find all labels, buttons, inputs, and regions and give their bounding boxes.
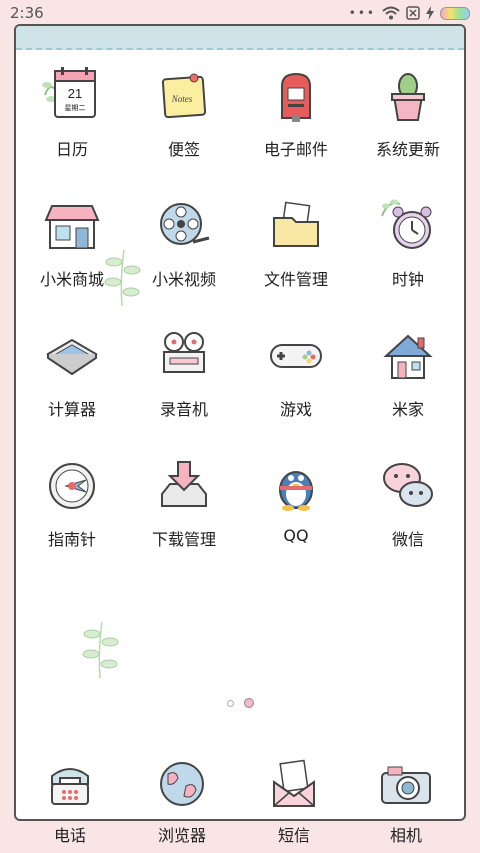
app-label: 计算器 [47,400,96,419]
app-downloads[interactable]: 下载管理 [128,454,240,550]
dock-label: 电话 [53,826,86,845]
film-reel-icon [152,194,216,258]
dock-phone[interactable]: 电话 [14,752,126,846]
app-games[interactable]: 游戏 [240,324,352,420]
download-tray-icon [152,454,216,518]
dock-label: 短信 [277,826,310,845]
app-label: 游戏 [279,400,312,419]
home-screen-card: 21 星期二 日历 Notes 便签 电子邮件 系统更新 小米商城 小米视频 文… [14,24,466,821]
tape-recorder-icon [152,324,216,388]
note-text: Notes [171,94,193,104]
shop-icon [40,194,104,258]
dock-camera[interactable]: 相机 [350,752,462,846]
sim-off-icon [406,6,420,20]
cactus-icon [376,64,440,128]
app-calendar[interactable]: 21 星期二 日历 [16,64,128,160]
page-indicator[interactable] [16,698,464,708]
dock-label: 浏览器 [157,826,206,845]
calendar-weekday: 星期二 [65,104,86,112]
app-label: QQ [283,526,309,545]
app-qq[interactable]: QQ [240,454,352,545]
app-mijia[interactable]: 米家 [352,324,464,420]
page-dot-active[interactable] [243,698,254,708]
gamepad-icon [264,324,328,388]
app-compass[interactable]: 指南针 [16,454,128,550]
dock-messages[interactable]: 短信 [238,752,350,846]
app-label: 微信 [391,530,424,549]
app-file-manager[interactable]: 文件管理 [240,194,352,290]
app-label: 电子邮件 [263,140,328,159]
battery-icon [440,6,470,20]
chat-bubbles-icon [376,454,440,518]
calculator-icon [40,324,104,388]
app-label: 指南针 [47,530,96,549]
leaf-decoration-icon [82,621,119,679]
notes-icon: Notes [152,64,216,128]
app-mi-store[interactable]: 小米商城 [16,194,128,290]
house-icon [376,324,440,388]
app-recorder[interactable]: 录音机 [128,324,240,420]
app-label: 系统更新 [375,140,440,159]
dock-browser[interactable]: 浏览器 [126,752,238,846]
app-label: 小米商城 [39,270,104,289]
telephone-icon [38,752,102,816]
globe-icon [150,752,214,816]
app-label: 便签 [167,140,200,159]
app-calculator[interactable]: 计算器 [16,324,128,420]
more-dots-icon: ••• [348,6,376,20]
mailbox-icon [264,64,328,128]
app-system-update[interactable]: 系统更新 [352,64,464,160]
app-label: 下载管理 [151,530,216,549]
alarm-clock-icon [376,194,440,258]
app-clock[interactable]: 时钟 [352,194,464,290]
charging-icon [426,6,434,20]
wifi-icon [382,6,400,20]
app-mi-video[interactable]: 小米视频 [128,194,240,290]
camera-icon [374,752,438,816]
app-label: 时钟 [391,270,424,289]
app-label: 录音机 [159,400,208,419]
calendar-day: 21 [68,86,82,101]
app-email[interactable]: 电子邮件 [240,64,352,160]
app-label: 文件管理 [263,270,328,289]
app-label: 日历 [55,140,88,159]
status-icons: ••• [349,6,470,20]
dock-label: 相机 [389,826,422,845]
app-notes[interactable]: Notes 便签 [128,64,240,160]
app-label: 米家 [391,400,424,419]
calendar-icon: 21 星期二 [40,64,104,128]
page-dot[interactable] [226,699,234,707]
compass-icon [40,454,104,518]
status-bar: 2:36 ••• [0,0,480,26]
status-time: 2:36 [10,4,44,22]
app-wechat[interactable]: 微信 [352,454,464,550]
folder-icon [264,194,328,258]
envelope-icon [262,752,326,816]
card-header-strip [16,26,464,50]
app-label: 小米视频 [151,270,216,289]
penguin-icon [264,454,328,518]
